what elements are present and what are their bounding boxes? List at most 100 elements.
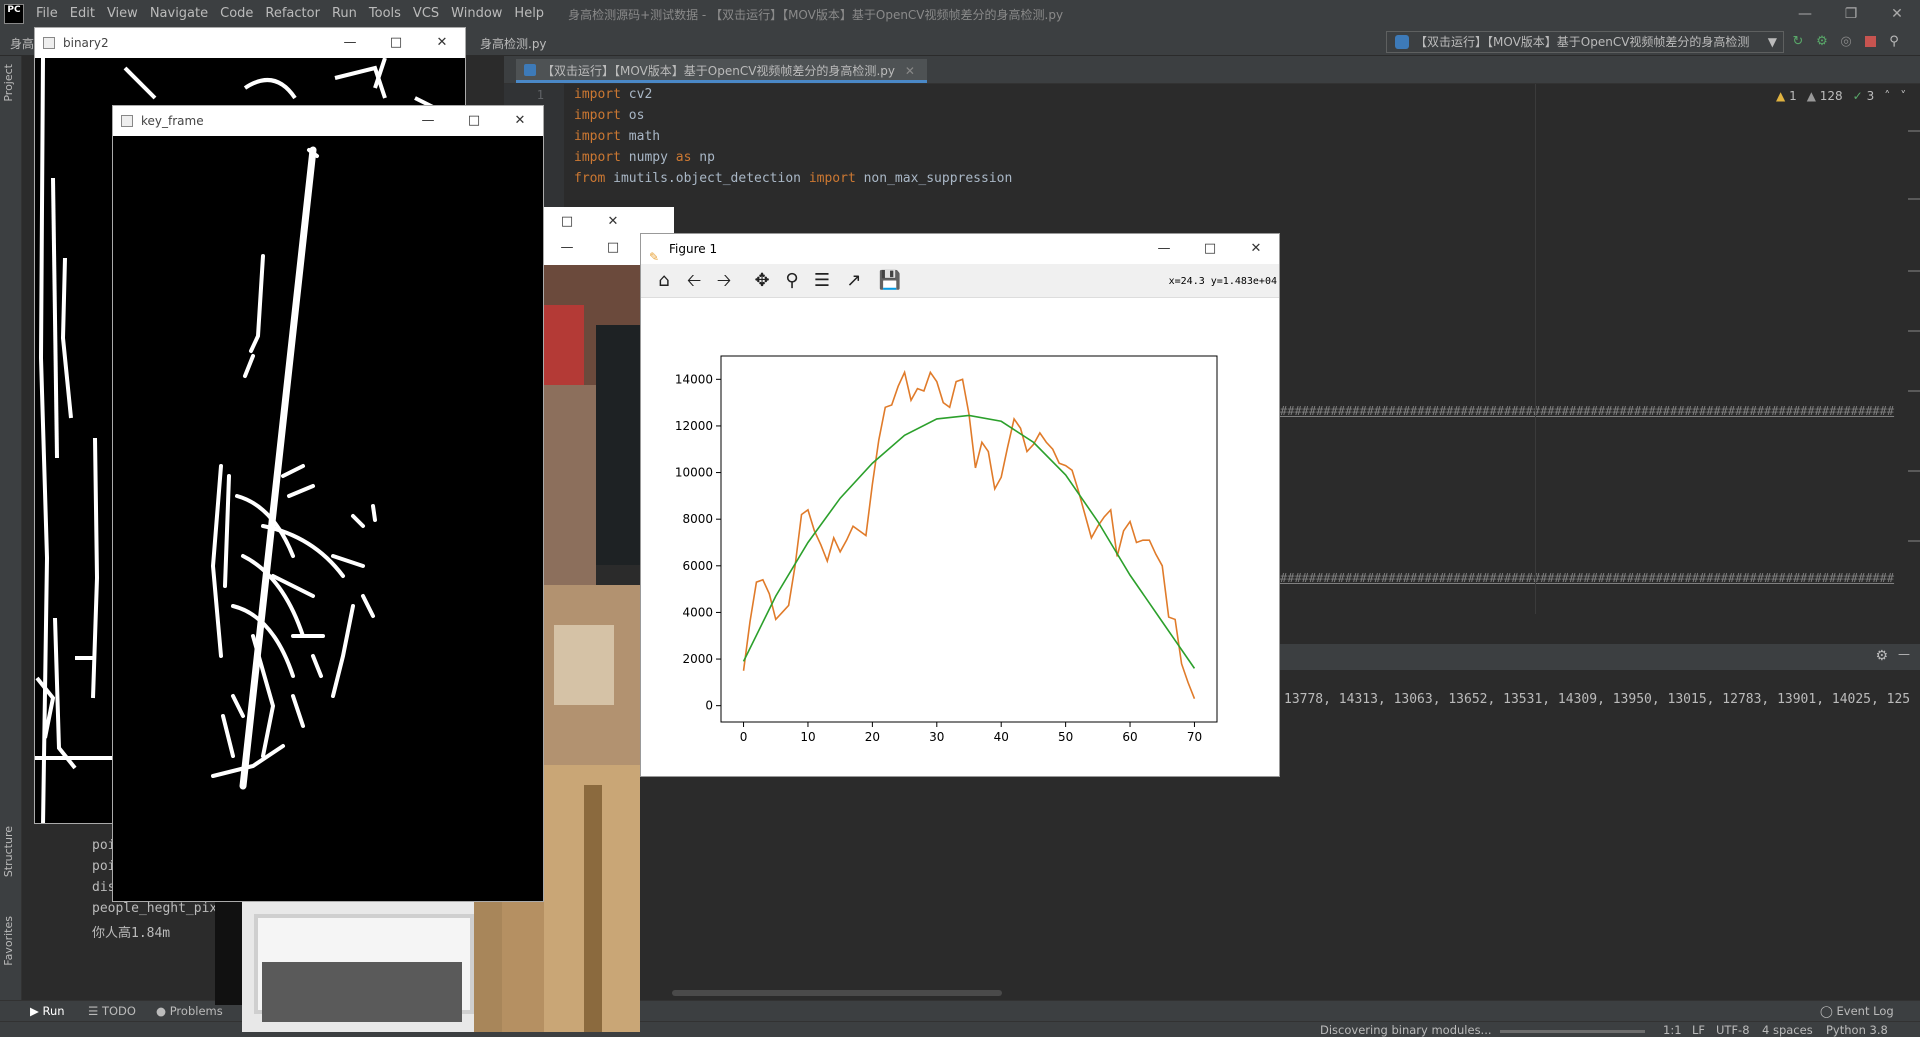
minimize-panel-icon[interactable]: —	[1898, 647, 1910, 661]
chevron-up-icon[interactable]: ˄	[1884, 89, 1890, 103]
background-task: Discovering binary modules...	[1320, 1023, 1492, 1037]
menu-file[interactable]: File	[30, 0, 64, 28]
rerun-icon[interactable]: ↻	[1790, 33, 1806, 49]
structure-tab[interactable]: Structure	[2, 826, 15, 877]
menu-help[interactable]: Help	[508, 0, 550, 28]
key-frame-window[interactable]: key_frame — □ ✕	[112, 105, 544, 902]
inspection-widget[interactable]: ▲ 1 ▲ 128 ✓ 3 ˄ ˅	[1776, 89, 1906, 103]
close-icon[interactable]: ✕	[1233, 234, 1279, 264]
stop-icon[interactable]	[1862, 33, 1878, 49]
scroll-marker	[1908, 390, 1920, 392]
breadcrumb-project[interactable]: 身高	[10, 35, 34, 52]
restore-icon[interactable]: □	[451, 106, 497, 136]
chevron-down-icon: ▼	[1767, 35, 1777, 49]
matplotlib-figure-window[interactable]: ✎ Figure 1 — □ ✕ ⌂ 🡠 🡢 ✥ ⚲ ☰ ↗ 💾 x=24.3 …	[640, 233, 1280, 777]
caret-position[interactable]: 1:1	[1663, 1023, 1682, 1037]
debug-icon[interactable]: ⚙	[1814, 33, 1830, 49]
weak-warning-icon: ▲	[1806, 89, 1816, 103]
customize-icon[interactable]: ↗	[841, 269, 867, 293]
indent-setting[interactable]: 4 spaces	[1762, 1023, 1813, 1037]
pycharm-logo: PC	[4, 4, 24, 24]
run-tool-tab[interactable]: ▶ Run	[30, 1004, 65, 1018]
menu-code[interactable]: Code	[214, 0, 259, 28]
code-line: import os	[574, 108, 645, 123]
python-interpreter[interactable]: Python 3.8	[1826, 1023, 1888, 1037]
editor-tab-main[interactable]: 【双击运行】【MOV版本】基于OpenCV视频帧差分的身高检测.py ✕	[516, 59, 927, 83]
search-icon[interactable]: ⚲	[1886, 33, 1902, 49]
curtain-photo-lower	[502, 902, 544, 1032]
favorites-tab[interactable]: Favorites	[2, 916, 15, 966]
x-tick-label: 40	[994, 730, 1009, 744]
restore-icon[interactable]: □	[1187, 234, 1233, 264]
minimize-icon[interactable]: —	[544, 233, 590, 263]
breadcrumb-file[interactable]: 身高检测.py	[480, 35, 547, 52]
project-tab[interactable]: Project	[2, 64, 15, 102]
y-tick-label: 10000	[675, 466, 713, 480]
y-tick-label: 0	[705, 699, 713, 713]
matplotlib-icon: ✎	[649, 250, 660, 264]
menu-edit[interactable]: Edit	[64, 0, 101, 28]
file-encoding[interactable]: UTF-8	[1716, 1023, 1750, 1037]
line-chart: 0 10 20 30 40 50 60 70 0 2000 4000 6000 8000 10000 12…	[675, 355, 1218, 744]
close-icon[interactable]: ✕	[419, 28, 465, 58]
minimize-icon[interactable]: —	[1141, 234, 1187, 264]
menu-tools[interactable]: Tools	[363, 0, 407, 28]
x-tick-label: 0	[740, 730, 748, 744]
right-margin-guide	[1535, 84, 1536, 614]
key-frame-image	[113, 136, 543, 901]
editor-tab-label: 【双击运行】【MOV版本】基于OpenCV视频帧差分的身高检测.py	[542, 64, 895, 78]
menu-view[interactable]: View	[101, 0, 144, 28]
comment-hash-line-1: ########################################…	[1280, 404, 1895, 418]
horizontal-scrollbar[interactable]	[672, 990, 1002, 996]
gear-icon[interactable]: ⚙	[1875, 648, 1888, 664]
restore-icon[interactable]: ❐	[1828, 0, 1874, 28]
subplots-icon[interactable]: ☰	[809, 269, 835, 293]
problems-tool-tab[interactable]: ● Problems	[156, 1004, 223, 1018]
key-frame-title: key_frame	[141, 114, 204, 128]
zoom-icon[interactable]: ⚲	[779, 269, 805, 293]
minimize-icon[interactable]: —	[405, 106, 451, 136]
restore-icon[interactable]: □	[590, 233, 636, 263]
run-configuration-label: 【双击运行】【MOV版本】基于OpenCV视频帧差分的身高检测	[1415, 35, 1750, 49]
minimize-icon[interactable]: —	[327, 28, 373, 58]
coverage-icon[interactable]: ◎	[1838, 33, 1854, 49]
minimize-icon[interactable]: —	[1782, 0, 1828, 28]
console-line: 你人高1.84m	[92, 926, 171, 941]
left-tool-strip: Project Structure Favorites	[0, 56, 22, 1021]
event-log-tab[interactable]: ◯ Event Log	[1820, 1004, 1894, 1018]
menu-vcs[interactable]: VCS	[407, 0, 445, 28]
frame-window-titlebar-back: □ ✕	[544, 207, 674, 233]
window-icon	[121, 115, 133, 127]
frame-window-titlebar: — □	[544, 233, 640, 265]
menu-run[interactable]: Run	[326, 0, 363, 28]
save-icon[interactable]: 💾	[877, 269, 903, 293]
pan-icon[interactable]: ✥	[749, 269, 775, 293]
python-file-icon	[524, 64, 536, 76]
close-icon[interactable]: ✕	[1874, 0, 1920, 28]
back-icon[interactable]: 🡠	[681, 269, 707, 293]
close-tab-icon[interactable]: ✕	[905, 64, 915, 78]
window-controls: — ❐ ✕	[1782, 0, 1920, 28]
line-separator[interactable]: LF	[1692, 1023, 1705, 1037]
figure-toolbar: ⌂ 🡠 🡢 ✥ ⚲ ☰ ↗ 💾 x=24.3 y=1.483e+04	[641, 264, 1279, 298]
y-tick-label: 4000	[682, 605, 713, 619]
todo-tool-tab[interactable]: ☰ TODO	[88, 1004, 136, 1018]
console-overlap	[215, 900, 242, 1005]
y-tick-label: 2000	[682, 652, 713, 666]
window-title: 身高检测源码+测试数据 - 【双击运行】【MOV版本】基于OpenCV视频帧差分…	[568, 7, 1064, 22]
menu-bar: PC File Edit View Navigate Code Refactor Run To…	[0, 0, 1920, 28]
x-axis-ticks: 0 10 20 30 40 50 60 70	[740, 722, 1202, 744]
y-tick-label: 6000	[682, 559, 713, 573]
menu-window[interactable]: Window	[445, 0, 508, 28]
home-icon[interactable]: ⌂	[651, 269, 677, 293]
menu-navigate[interactable]: Navigate	[144, 0, 214, 28]
close-icon[interactable]: ✕	[497, 106, 543, 136]
line-number: 1	[536, 88, 544, 102]
x-tick-label: 30	[929, 730, 944, 744]
restore-icon[interactable]: □	[373, 28, 419, 58]
run-configuration-select[interactable]: 【双击运行】【MOV版本】基于OpenCV视频帧差分的身高检测 ▼	[1386, 31, 1784, 53]
menu-refactor[interactable]: Refactor	[259, 0, 326, 28]
code-line: import cv2	[574, 87, 653, 102]
editor-scrollbar[interactable]	[1906, 84, 1920, 644]
forward-icon[interactable]: 🡢	[711, 269, 737, 293]
